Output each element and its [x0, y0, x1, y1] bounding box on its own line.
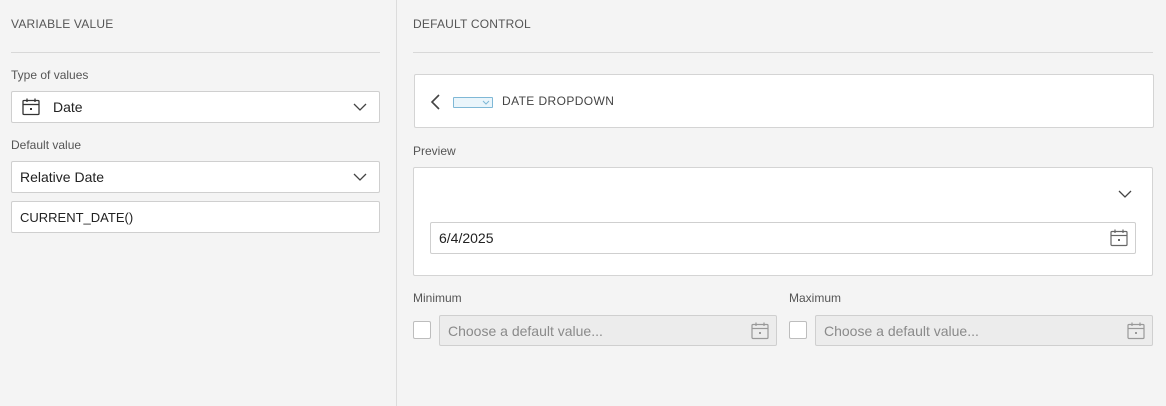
chevron-down-icon	[353, 173, 367, 181]
chevron-down-icon	[353, 103, 367, 111]
calendar-icon	[1127, 322, 1145, 339]
control-type-title: DATE DROPDOWN	[502, 94, 615, 108]
calendar-icon	[751, 322, 769, 339]
maximum-checkbox[interactable]	[789, 321, 807, 339]
preview-date-input[interactable]: 6/4/2025	[430, 222, 1136, 254]
chevron-down-icon[interactable]	[1118, 190, 1132, 198]
section-divider	[11, 52, 380, 53]
default-control-title: DEFAULT CONTROL	[413, 17, 531, 31]
control-header-card: DATE DROPDOWN	[414, 74, 1154, 128]
type-of-values-select[interactable]: Date	[11, 91, 380, 123]
calendar-icon[interactable]	[1109, 228, 1129, 248]
type-of-values-value: Date	[53, 99, 83, 115]
expression-value: CURRENT_DATE()	[20, 209, 134, 225]
minimum-date-input[interactable]: Choose a default value...	[439, 315, 777, 346]
minimum-placeholder: Choose a default value...	[448, 322, 603, 339]
chevron-left-icon[interactable]	[429, 93, 443, 111]
minimum-label: Minimum	[413, 291, 462, 305]
type-of-values-label: Type of values	[11, 68, 89, 82]
calendar-icon	[22, 98, 40, 116]
expression-input[interactable]: CURRENT_DATE()	[11, 201, 380, 233]
preview-card: 6/4/2025	[413, 167, 1153, 276]
preview-date-value: 6/4/2025	[439, 230, 494, 246]
minimum-checkbox[interactable]	[413, 321, 431, 339]
default-control-panel: DEFAULT CONTROL DATE DROPDOWN Preview 6/…	[397, 0, 1166, 406]
date-dropdown-thumbnail-icon	[453, 97, 493, 108]
default-value-label: Default value	[11, 138, 82, 152]
variable-value-panel: VARIABLE VALUE Type of values Date Defau…	[0, 0, 397, 406]
default-value-value: Relative Date	[20, 169, 105, 185]
maximum-label: Maximum	[789, 291, 842, 305]
maximum-date-input[interactable]: Choose a default value...	[815, 315, 1153, 346]
variable-value-title: VARIABLE VALUE	[11, 17, 114, 31]
preview-label: Preview	[413, 144, 456, 158]
maximum-placeholder: Choose a default value...	[824, 322, 979, 339]
default-value-select[interactable]: Relative Date	[11, 161, 380, 193]
section-divider	[413, 52, 1153, 53]
